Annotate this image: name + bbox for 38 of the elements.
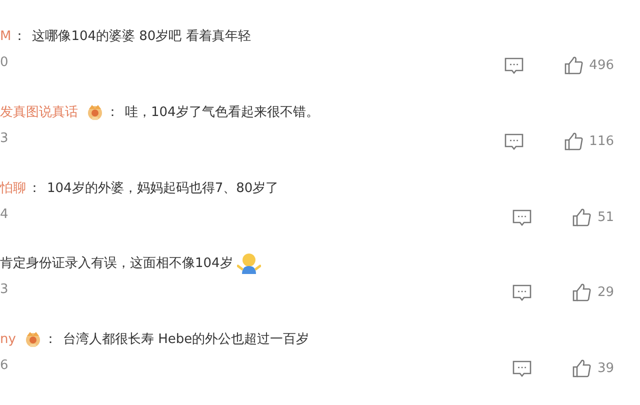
reply-icon[interactable] (512, 360, 532, 378)
comment-time: 4 (0, 206, 8, 222)
comment-text: 104岁的外婆，妈妈起码也得7、80岁了 (47, 180, 279, 197)
like-count: 496 (589, 58, 614, 73)
colon-separator: ： (106, 104, 119, 121)
comment-text: 台湾人都很长寿 Hebe的外公也超过一百岁 (62, 331, 310, 348)
like-button[interactable]: 116 (564, 132, 614, 151)
username-link[interactable]: 发真图说真话 (0, 102, 78, 121)
like-button[interactable]: 51 (572, 208, 614, 227)
colon-separator: ： (13, 28, 26, 45)
thumbs-up-icon (572, 208, 592, 227)
thumbs-up-icon (572, 359, 592, 378)
comment-text: 肯定身份证录入有误，这面相不像104岁 (0, 255, 233, 272)
like-count: 29 (597, 285, 614, 300)
comment-text: 这哪像104的婆婆 80岁吧 看着真年轻 (32, 28, 251, 45)
like-count: 39 (597, 361, 614, 376)
like-count: 116 (589, 134, 614, 149)
like-count: 51 (597, 210, 614, 225)
comment-time: 6 (0, 358, 8, 374)
colon-separator: ： (28, 180, 41, 197)
thumbs-up-icon (572, 283, 592, 302)
comment-time: 3 (0, 130, 8, 146)
thumbs-up-icon (564, 56, 584, 75)
comment-time: 0 (0, 55, 8, 70)
reply-icon[interactable] (512, 208, 532, 226)
username-link[interactable]: M (0, 28, 12, 44)
username-link[interactable]: 怕聊 (0, 178, 26, 197)
like-button[interactable]: 496 (564, 56, 614, 75)
comment-text: 哇，104岁了气色看起来很不错。 (125, 104, 319, 121)
like-button[interactable]: 29 (572, 283, 614, 302)
like-button[interactable]: 39 (572, 359, 614, 378)
colon-separator: ： (44, 331, 57, 348)
comment-time: 3 (0, 282, 8, 298)
reply-icon[interactable] (504, 57, 524, 74)
thumbs-up-icon (564, 132, 584, 151)
username-link[interactable]: ny (0, 332, 16, 347)
reply-icon[interactable] (512, 284, 532, 302)
reply-icon[interactable] (504, 132, 524, 150)
